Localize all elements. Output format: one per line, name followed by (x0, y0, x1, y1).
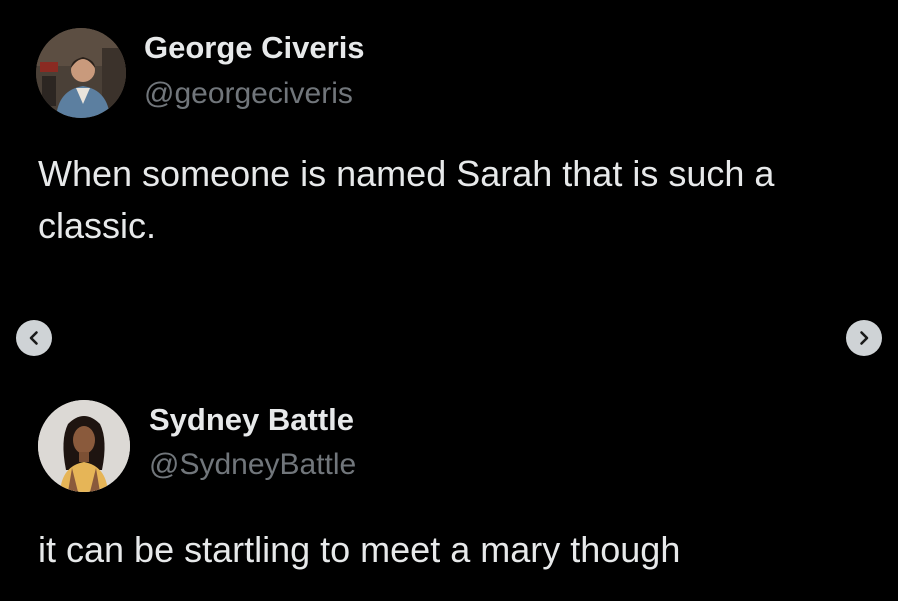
tweet-george: George Civeris @georgeciveris When someo… (0, 0, 898, 300)
tweet-sydney: Sydney Battle @SydneyBattle it can be st… (0, 380, 898, 601)
tweet-text: When someone is named Sarah that is such… (38, 153, 775, 246)
chevron-right-icon (860, 331, 869, 345)
author-handle[interactable]: @SydneyBattle (149, 448, 356, 482)
profile-photo-woman-icon (38, 400, 130, 492)
author-name[interactable]: George Civeris (144, 30, 365, 66)
author-handle[interactable]: @georgeciveris (144, 77, 353, 111)
profile-photo-man-icon (36, 28, 126, 118)
chevron-left-icon (29, 331, 38, 345)
previous-button[interactable] (16, 320, 52, 356)
author-name[interactable]: Sydney Battle (149, 402, 354, 438)
avatar-george[interactable] (36, 28, 126, 118)
next-button[interactable] (846, 320, 882, 356)
tweet-text: it can be startling to meet a mary thoug… (38, 529, 681, 570)
avatar-sydney[interactable] (38, 400, 130, 492)
